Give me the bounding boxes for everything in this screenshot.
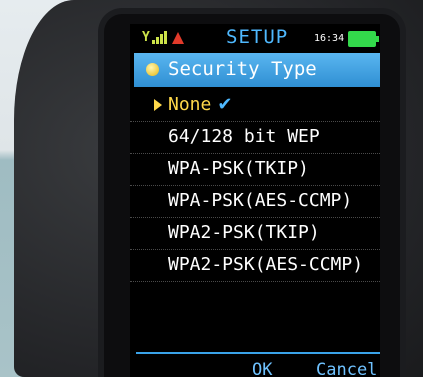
option-label: WPA2-PSK(AES-CCMP) xyxy=(168,254,364,275)
device-screen: Y SETUP 16:34 Security Type None ✔ 64/128… xyxy=(130,24,380,377)
option-wpa2-psk-aes-ccmp[interactable]: WPA2-PSK(AES-CCMP) xyxy=(130,250,380,282)
option-label: None xyxy=(168,94,212,115)
signal-strength-icon xyxy=(152,30,168,44)
battery-icon xyxy=(348,31,379,47)
option-wep[interactable]: 64/128 bit WEP xyxy=(130,122,380,154)
status-bar: Y SETUP 16:34 xyxy=(130,24,380,52)
option-label: 64/128 bit WEP xyxy=(168,126,320,147)
signal-antenna-icon: Y xyxy=(142,30,150,45)
caret-right-icon xyxy=(154,99,162,111)
warning-triangle-icon xyxy=(172,32,184,44)
option-wpa2-psk-tkip[interactable]: WPA2-PSK(TKIP) xyxy=(130,218,380,250)
option-wpa-psk-aes-ccmp[interactable]: WPA-PSK(AES-CCMP) xyxy=(130,186,380,218)
section-header-label: Security Type xyxy=(168,58,317,80)
option-label: WPA-PSK(AES-CCMP) xyxy=(168,190,353,211)
cancel-softkey[interactable]: Cancel xyxy=(316,360,377,377)
option-none[interactable]: None ✔ xyxy=(130,90,380,122)
option-wpa-psk-tkip[interactable]: WPA-PSK(TKIP) xyxy=(130,154,380,186)
ok-softkey[interactable]: OK xyxy=(252,360,272,377)
bullet-icon xyxy=(146,63,159,76)
option-label: WPA2-PSK(TKIP) xyxy=(168,222,320,243)
clock: 16:34 xyxy=(314,33,345,44)
section-header: Security Type xyxy=(134,53,380,87)
softkey-divider xyxy=(136,352,380,354)
screen-title: SETUP xyxy=(226,26,289,48)
option-label: WPA-PSK(TKIP) xyxy=(168,158,309,179)
security-type-list: None ✔ 64/128 bit WEP WPA-PSK(TKIP) WPA-P… xyxy=(130,90,380,282)
check-icon: ✔ xyxy=(217,94,233,115)
